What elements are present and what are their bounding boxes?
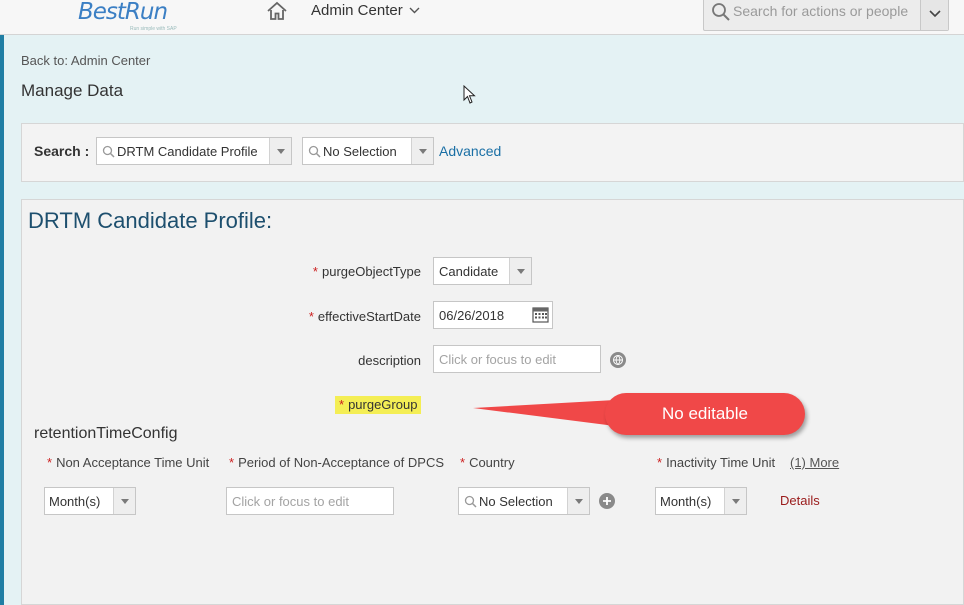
inactivity-unit-select[interactable]: Month(s): [655, 487, 747, 515]
search-panel: Search : DRTM Candidate Profile No Selec…: [21, 123, 964, 182]
purge-object-type-label: * purgeObjectType: [312, 264, 421, 279]
record-selection-combo[interactable]: No Selection: [302, 137, 434, 165]
left-accent-bar: [0, 35, 4, 605]
logo-tagline: Run simple with SAP: [130, 26, 177, 32]
inactivity-unit-value: Month(s): [660, 493, 712, 509]
purge-object-type-value: Candidate: [439, 263, 499, 279]
country-select[interactable]: No Selection: [458, 487, 590, 515]
effective-start-date-label: * effectiveStartDate: [308, 309, 421, 324]
advanced-search-link[interactable]: Advanced: [439, 143, 501, 159]
non-acceptance-unit-label: * Non Acceptance Time Unit: [47, 455, 210, 470]
effective-start-date-input[interactable]: 06/26/2018: [433, 301, 553, 329]
search-icon: [464, 495, 477, 508]
home-icon[interactable]: [266, 1, 288, 21]
country-label: * Country: [460, 455, 515, 470]
back-link[interactable]: Back to: Admin Center: [21, 53, 150, 68]
chevron-down-icon: [928, 9, 941, 17]
callout-pointer: [473, 400, 615, 426]
object-type-combo[interactable]: DRTM Candidate Profile: [96, 137, 292, 165]
non-acceptance-unit-value: Month(s): [49, 493, 101, 509]
chevron-down-icon: [409, 7, 420, 14]
object-type-value: DRTM Candidate Profile: [117, 143, 258, 159]
required-marker: *: [229, 455, 235, 470]
search-dropdown-button[interactable]: [920, 0, 948, 30]
admin-center-menu[interactable]: Admin Center: [311, 2, 420, 19]
search-label: Search :: [34, 143, 90, 159]
callout-bubble: No editable: [605, 393, 805, 435]
description-placeholder: Click or focus to edit: [439, 351, 557, 367]
search-icon: [712, 3, 730, 21]
callout-text: No editable: [661, 404, 748, 423]
period-non-acceptance-label: * Period of Non-Acceptance of DPCS: [229, 455, 444, 470]
description-input[interactable]: Click or focus to edit: [433, 345, 601, 373]
non-acceptance-unit-select[interactable]: Month(s): [44, 487, 136, 515]
purge-group-label: * purgeGroup: [335, 396, 422, 414]
details-link[interactable]: Details: [780, 493, 820, 508]
company-logo[interactable]: BestRun Run simple with SAP: [78, 0, 188, 35]
translate-globe-icon[interactable]: [610, 352, 626, 368]
required-marker: *: [657, 455, 663, 470]
logo-text: BestRun: [78, 0, 168, 25]
dropdown-arrow-icon[interactable]: [269, 138, 291, 164]
period-non-acceptance-input[interactable]: Click or focus to edit: [226, 487, 394, 515]
dropdown-arrow-icon[interactable]: [113, 488, 135, 514]
calendar-icon[interactable]: [532, 306, 549, 323]
global-search-placeholder: Search for actions or people: [733, 3, 909, 19]
record-selection-value: No Selection: [323, 143, 397, 159]
required-marker: *: [308, 309, 314, 324]
page-title: Manage Data: [21, 81, 124, 100]
retention-section-title: retentionTimeConfig: [34, 425, 178, 442]
more-link[interactable]: (1) More: [790, 455, 839, 470]
dropdown-arrow-icon[interactable]: [509, 258, 531, 284]
admin-center-label: Admin Center: [311, 2, 403, 19]
purge-object-type-select[interactable]: Candidate: [433, 257, 532, 285]
global-search-input[interactable]: Search for actions or people: [703, 0, 949, 31]
period-non-acceptance-placeholder: Click or focus to edit: [232, 493, 350, 509]
description-label: description: [358, 353, 421, 368]
top-header: BestRun Run simple with SAP Admin Center…: [0, 0, 964, 35]
profile-title: DRTM Candidate Profile:: [28, 208, 273, 233]
dropdown-arrow-icon[interactable]: [567, 488, 589, 514]
mouse-cursor-icon: [463, 85, 476, 104]
effective-start-date-value: 06/26/2018: [439, 307, 505, 323]
required-marker: *: [47, 455, 53, 470]
search-icon: [102, 145, 115, 158]
required-marker: *: [312, 264, 318, 279]
inactivity-unit-label: * Inactivity Time Unit: [657, 455, 776, 470]
no-editable-callout: No editable: [470, 392, 810, 440]
required-marker: *: [339, 397, 345, 412]
required-marker: *: [460, 455, 466, 470]
search-icon: [308, 145, 321, 158]
dropdown-arrow-icon[interactable]: [724, 488, 746, 514]
dropdown-arrow-icon[interactable]: [411, 138, 433, 164]
add-country-icon[interactable]: [599, 493, 615, 509]
country-value: No Selection: [479, 493, 553, 509]
